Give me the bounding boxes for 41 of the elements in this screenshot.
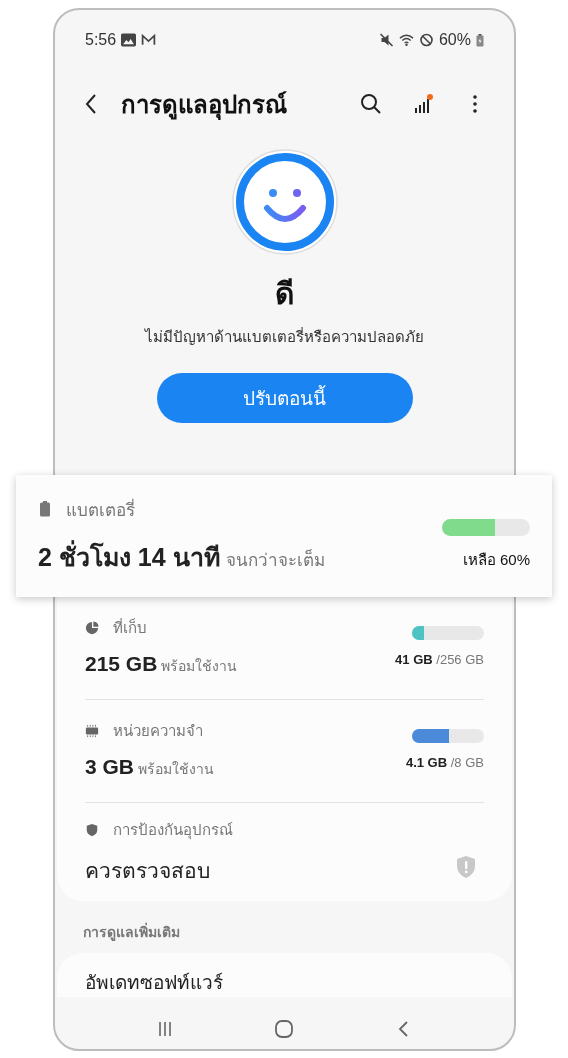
charge-note: จนกว่าจะเต็ม: [225, 548, 325, 572]
charge-time: 2 ชั่วโมง 14 นาที: [38, 539, 220, 573]
mail-icon: [141, 33, 157, 47]
list-item[interactable]: อัพเดทซอฟท์แวร์: [57, 953, 512, 997]
battery-remaining: เหลือ 60%: [462, 549, 530, 570]
battery-icon: [38, 501, 52, 517]
battery-card[interactable]: แบตเตอรี่ 2 ชั่วโมง 14 นาที จนกว่าจะเต็ม เหลือ 60%: [16, 475, 552, 597]
battery-icon: [476, 33, 484, 47]
battery-percent: 60%: [438, 31, 471, 49]
wifi-icon: [398, 33, 414, 47]
back-icon[interactable]: [85, 93, 97, 115]
section-heading: การดูแลเพิ่มเติม: [82, 921, 181, 943]
do-not-disturb-icon: [418, 33, 434, 47]
smiley-icon: [230, 148, 339, 256]
status-message: ไม่มีปัญหาด้านแบตเตอรี่หรือความปลอดภัย: [145, 326, 424, 347]
total-amount: /8 GB: [450, 754, 484, 770]
page-title: การดูแลอุปกรณ์: [121, 89, 287, 122]
gallery-icon: [121, 33, 137, 47]
shield-alert-icon: [456, 855, 476, 879]
section-label: การป้องกันอุปกรณ์: [113, 819, 233, 842]
section-label: แบตเตอรี่: [66, 497, 135, 522]
mute-icon: [378, 33, 394, 47]
used-amount: 41 GB: [395, 651, 433, 667]
total-amount: /256 GB: [436, 651, 484, 667]
signal-bars-icon[interactable]: [412, 93, 434, 115]
value-note: พร้อมใช้งาน: [138, 759, 214, 779]
section-value: 3 GB: [85, 754, 134, 779]
chip-icon: [85, 722, 99, 739]
section-value: 215 GB: [85, 651, 158, 676]
home-icon[interactable]: [274, 1019, 295, 1039]
section-label: หน่วยความจำ: [113, 720, 203, 741]
shield-icon: [85, 821, 99, 838]
optimize-button[interactable]: ปรับตอนนี้: [156, 373, 413, 423]
search-icon[interactable]: [360, 93, 382, 115]
status-rating: ดี: [275, 276, 294, 312]
value-note: พร้อมใช้งาน: [161, 656, 238, 676]
pie-chart-icon: [85, 619, 99, 636]
status-time: 5:56: [85, 31, 117, 49]
section-label: ที่เก็บ: [113, 617, 147, 638]
used-amount: 4.1 GB: [405, 754, 448, 770]
section-value: ควรตรวจสอบ: [85, 857, 210, 884]
